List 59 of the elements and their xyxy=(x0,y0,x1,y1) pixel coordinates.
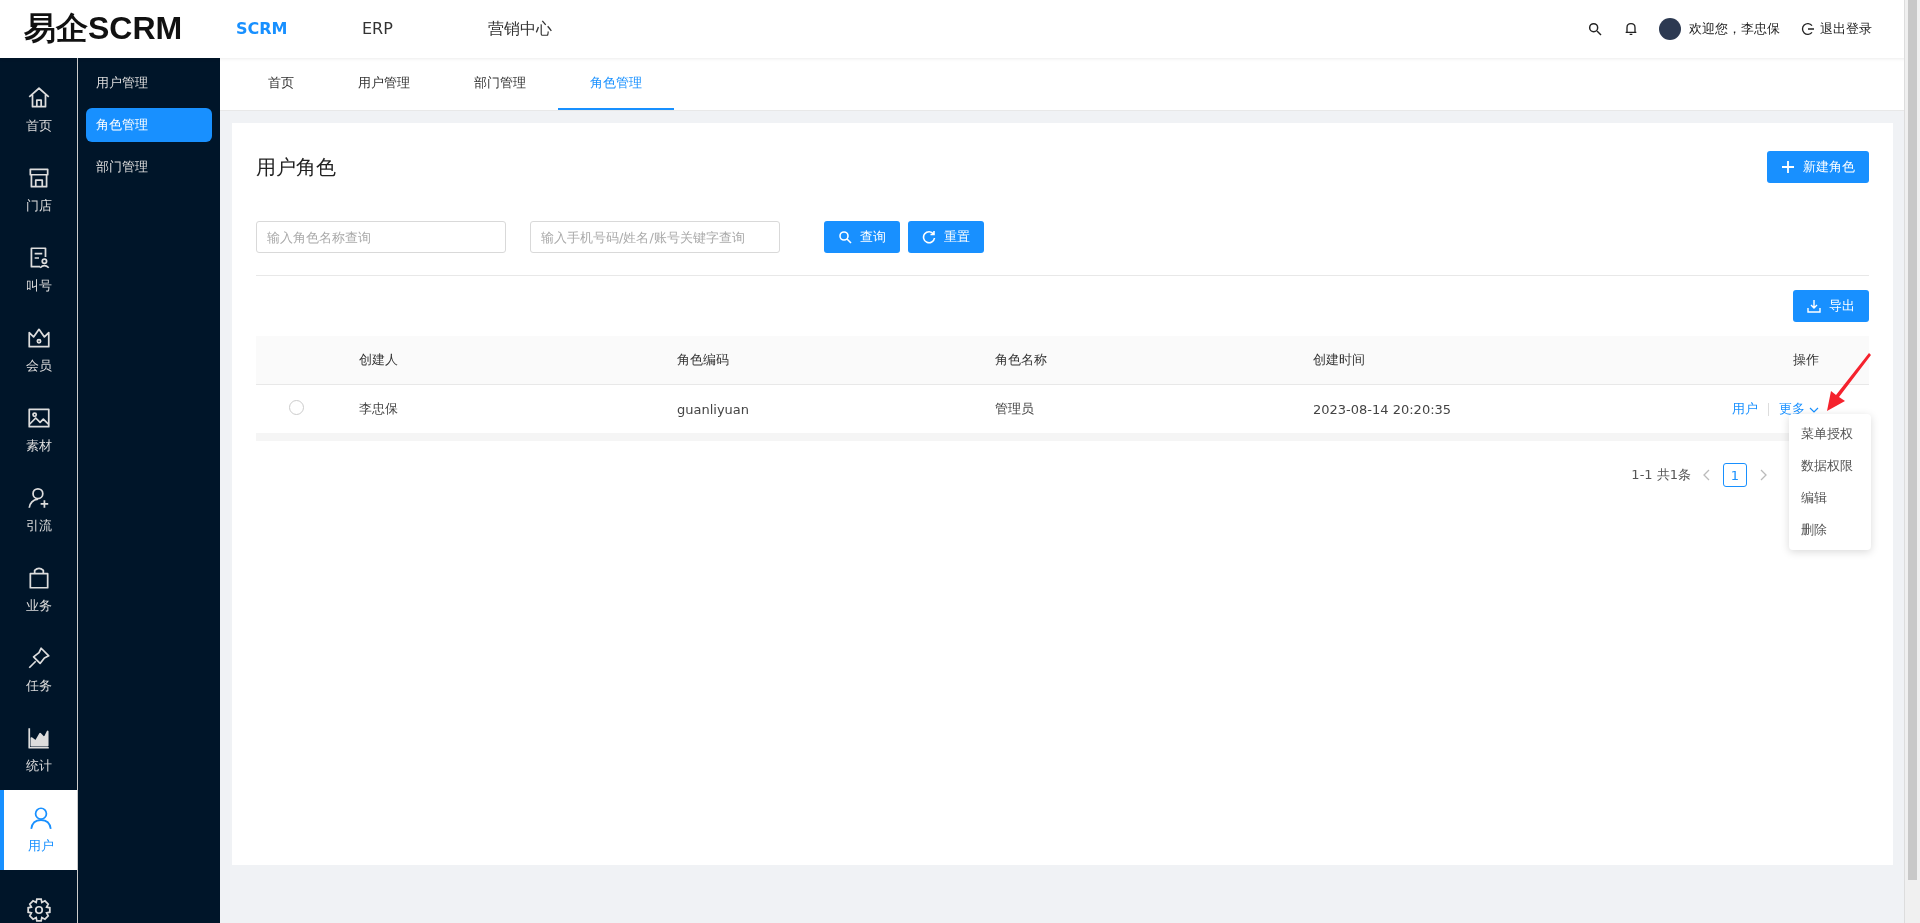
sidebar-label: 素材 xyxy=(25,437,52,455)
sidebar-item[interactable]: 业务 xyxy=(0,550,77,630)
sidebar-item[interactable]: 素材 xyxy=(0,390,77,470)
table-cell: 2023-08-14 20:20:35 xyxy=(1313,401,1452,417)
page-title: 用户角色 xyxy=(256,153,336,181)
sidebar-item[interactable]: 首页 xyxy=(0,70,77,150)
column-header: 创建人 xyxy=(359,352,398,367)
avatar[interactable] xyxy=(1659,18,1681,40)
refresh-icon xyxy=(922,230,936,244)
submenu-item[interactable]: 用户管理 xyxy=(86,66,212,100)
table-cell: 李忠保 xyxy=(359,401,398,416)
menu-item[interactable]: 数据权限 xyxy=(1789,450,1871,482)
sidebar-item[interactable]: 会员 xyxy=(0,310,77,390)
sidebar-label: 用户 xyxy=(27,837,54,855)
sidebar-item[interactable]: 任务 xyxy=(0,630,77,710)
page-tab[interactable]: 首页 xyxy=(236,58,326,110)
sidebar-label: 任务 xyxy=(25,677,52,695)
logout-icon[interactable] xyxy=(1800,21,1816,37)
nav-tab[interactable]: 营销中心 xyxy=(472,18,598,40)
nav-tab[interactable]: ERP xyxy=(346,18,472,40)
sidebar-item[interactable]: 叫号 xyxy=(0,230,77,310)
image-icon xyxy=(25,405,52,431)
scrollbar-thumb[interactable] xyxy=(1908,0,1917,880)
search-icon xyxy=(838,230,852,244)
column-header: 角色编码 xyxy=(677,352,729,367)
bell-icon[interactable] xyxy=(1623,21,1639,37)
column-header: 创建时间 xyxy=(1313,352,1365,367)
page-tab[interactable]: 部门管理 xyxy=(442,58,558,110)
search-icon[interactable] xyxy=(1587,21,1603,37)
user-icon xyxy=(27,805,54,831)
logo: 易企SCRM xyxy=(23,9,184,48)
search-field[interactable]: 输入角色名称查询 xyxy=(256,221,506,253)
welcome-text: 欢迎您，李忠保 xyxy=(1689,20,1780,38)
plus-icon xyxy=(1781,160,1795,174)
submenu-item[interactable]: 部门管理 xyxy=(86,150,212,184)
menu-item[interactable]: 删除 xyxy=(1789,514,1871,546)
menu-item[interactable]: 编辑 xyxy=(1789,482,1871,514)
sidebar-label: 门店 xyxy=(25,197,52,215)
table-cell: guanliyuan xyxy=(677,401,750,417)
sidebar-item[interactable]: 引流 xyxy=(0,470,77,550)
sidebar-label: 叫号 xyxy=(25,277,52,295)
sidebar-label: 会员 xyxy=(25,357,52,375)
sidebar-item[interactable]: 统计 xyxy=(0,710,77,790)
sidebar-label: 统计 xyxy=(25,757,52,775)
sidebar-label: 业务 xyxy=(25,597,52,615)
column-header: 角色名称 xyxy=(995,352,1047,367)
area-chart-icon xyxy=(25,725,52,751)
column-header: 操作 xyxy=(1793,352,1819,367)
pagination-summary: 1-1 共1条 xyxy=(1631,466,1691,484)
page-tab[interactable]: 用户管理 xyxy=(326,58,442,110)
table-cell: 管理员 xyxy=(995,401,1034,416)
sidebar-item[interactable]: 门店 xyxy=(0,150,77,230)
logout-link[interactable]: 退出登录 xyxy=(1820,20,1872,38)
search-field[interactable]: 输入手机号码/姓名/账号关键字查询 xyxy=(530,221,780,253)
sidebar-label: 首页 xyxy=(25,117,52,135)
sidebar-label: 引流 xyxy=(25,517,52,535)
settings-icon[interactable] xyxy=(25,897,52,923)
menu-item[interactable]: 菜单授权 xyxy=(1789,418,1871,450)
download-icon xyxy=(1807,299,1821,313)
